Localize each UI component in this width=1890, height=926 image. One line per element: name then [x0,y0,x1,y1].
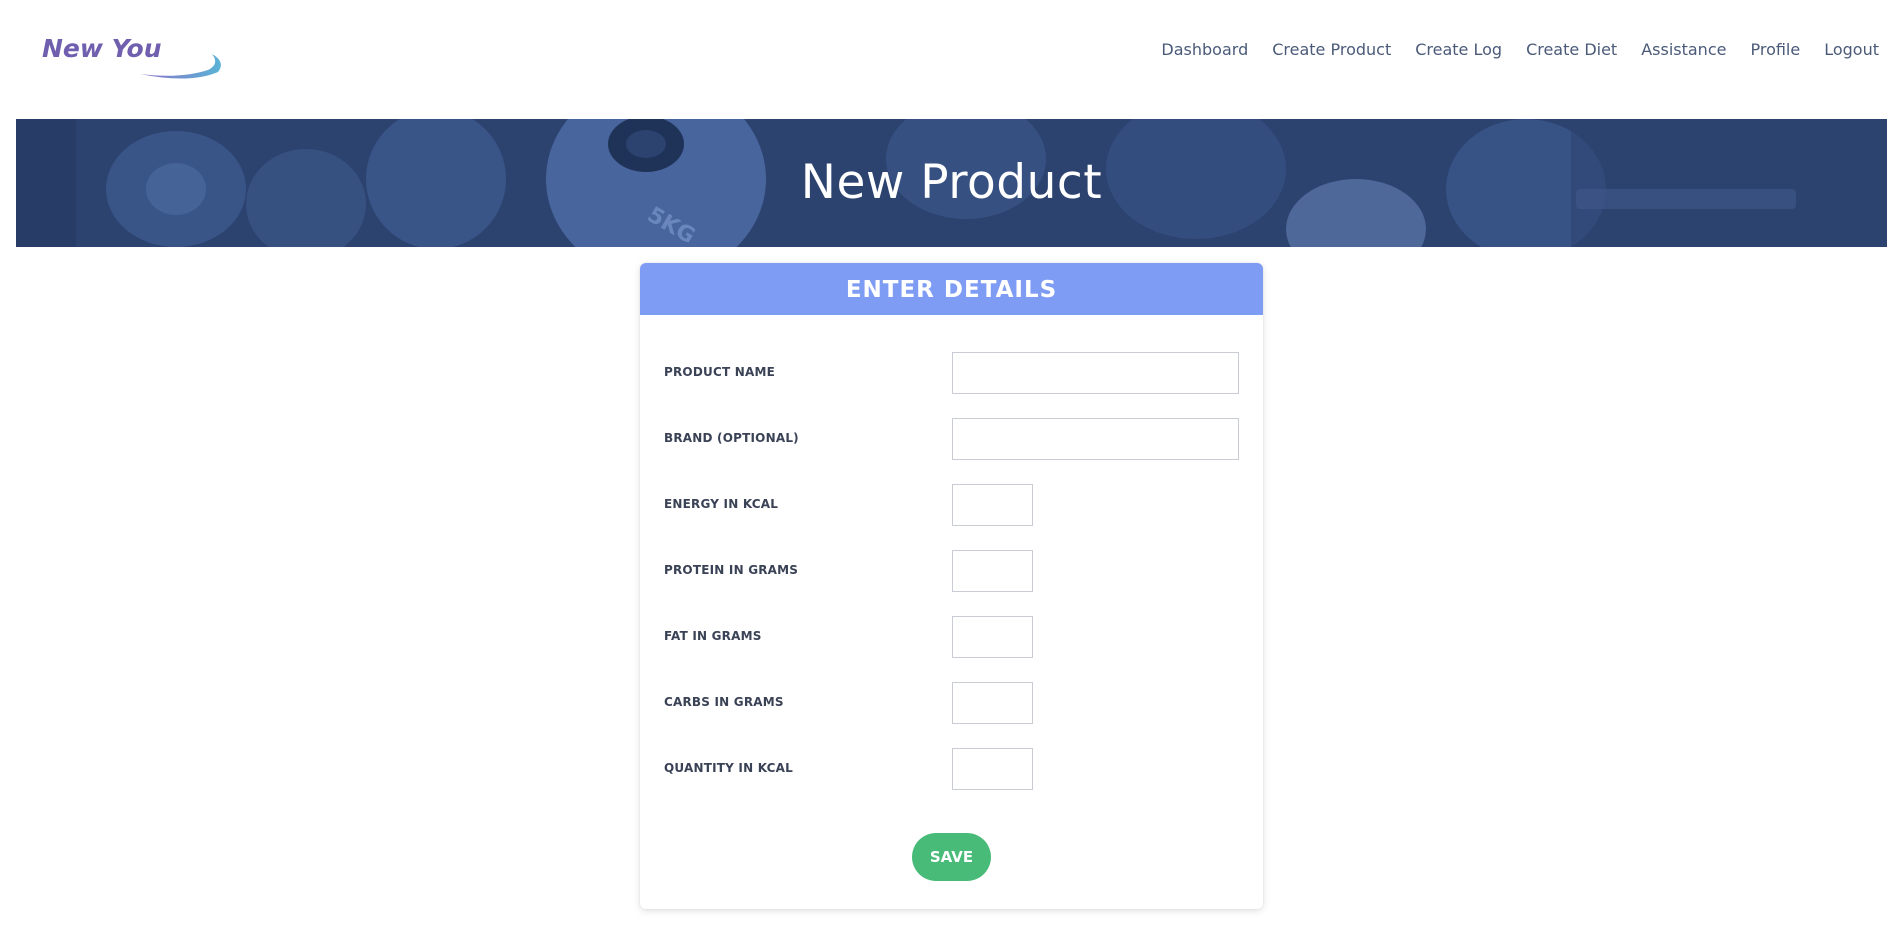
brand-logo[interactable]: New You [40,32,225,82]
form-row-quantity: QUANTITY IN KCAL [640,748,1263,817]
energy-input[interactable] [952,484,1033,526]
nav-create-log[interactable]: Create Log [1415,40,1502,59]
protein-label: PROTEIN IN GRAMS [664,563,799,577]
page-title: New Product [800,155,1103,210]
brand-name: New You [42,34,162,63]
energy-label: ENERGY IN KCAL [664,497,779,511]
nav-create-diet[interactable]: Create Diet [1526,40,1617,59]
new-product-form: PRODUCT NAME BRAND (OPTIONAL) ENERGY IN … [640,315,1263,897]
carbs-label: CARBS IN GRAMS [664,695,784,709]
form-row-carbs: CARBS IN GRAMS [640,682,1263,751]
product-form-card: ENTER DETAILS PRODUCT NAME BRAND (OPTION… [640,263,1263,909]
form-row-protein: PROTEIN IN GRAMS [640,550,1263,619]
brand-input[interactable] [952,418,1239,460]
form-actions: SAVE [640,817,1263,897]
fat-input[interactable] [952,616,1033,658]
save-button[interactable]: SAVE [912,833,991,881]
product-name-input[interactable] [952,352,1239,394]
quantity-input[interactable] [952,748,1033,790]
brand-label: BRAND (OPTIONAL) [664,431,799,445]
nav-assistance[interactable]: Assistance [1641,40,1726,59]
main-nav: Dashboard Create Product Create Log Crea… [1161,40,1879,59]
nav-profile[interactable]: Profile [1750,40,1800,59]
protein-input[interactable] [952,550,1033,592]
fat-label: FAT IN GRAMS [664,629,762,643]
quantity-label: QUANTITY IN KCAL [664,761,793,775]
navbar: New You Dashboard Create Product Create … [0,0,1890,118]
form-row-fat: FAT IN GRAMS [640,616,1263,685]
hero-banner: 5KG New Product [16,119,1887,247]
form-row-product-name: PRODUCT NAME [640,352,1263,421]
nav-create-product[interactable]: Create Product [1272,40,1391,59]
form-row-brand: BRAND (OPTIONAL) [640,418,1263,487]
carbs-input[interactable] [952,682,1033,724]
form-row-energy: ENERGY IN KCAL [640,484,1263,553]
nav-dashboard[interactable]: Dashboard [1161,40,1248,59]
nav-logout[interactable]: Logout [1824,40,1879,59]
product-name-label: PRODUCT NAME [664,365,775,379]
form-header: ENTER DETAILS [640,263,1263,315]
